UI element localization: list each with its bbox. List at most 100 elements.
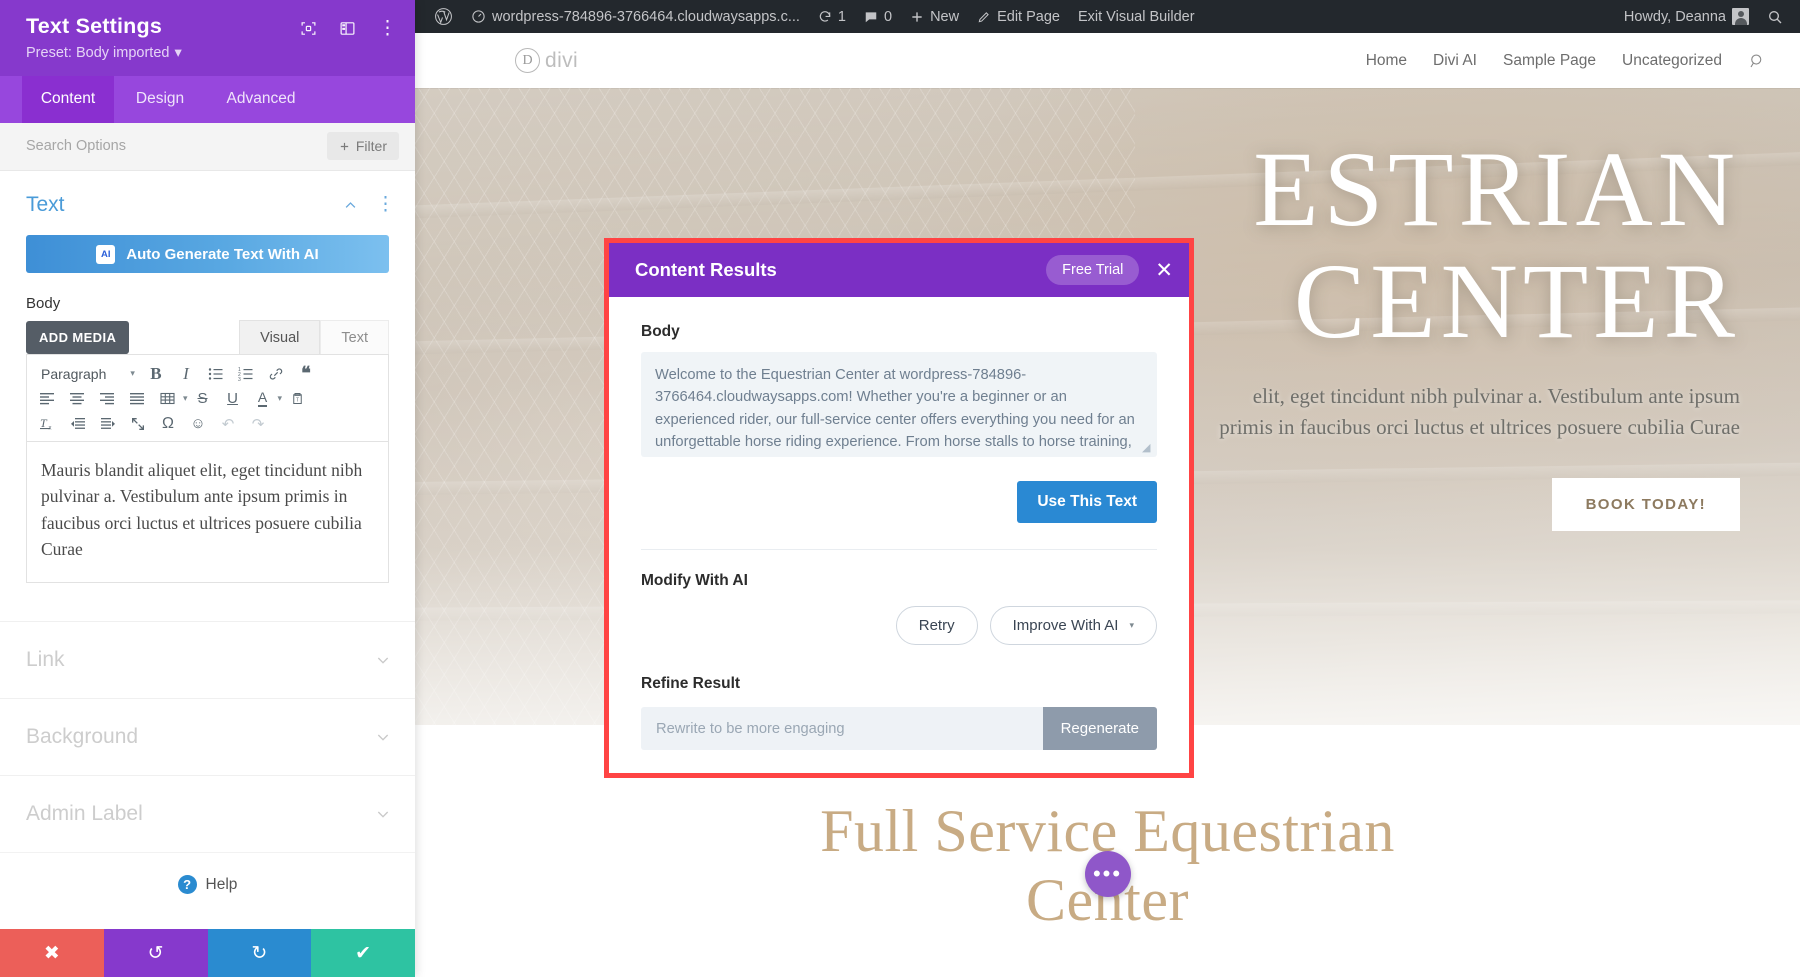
hero-title-line-1: ESTRIAN <box>1253 131 1740 249</box>
undo-button[interactable]: ↺ <box>103 929 208 977</box>
auto-generate-text-with-ai-button[interactable]: AI Auto Generate Text With AI <box>26 235 389 273</box>
regenerate-button[interactable]: Regenerate <box>1042 707 1157 750</box>
help-link[interactable]: ? Help <box>0 852 415 920</box>
tab-text[interactable]: Text <box>320 320 389 354</box>
section-title-text: Text <box>26 193 65 216</box>
wp-logo-menu[interactable] <box>425 0 462 33</box>
toolbar-row-3: T x Ω ☺ ↶ ↷ <box>31 411 384 436</box>
wp-comments-count: 0 <box>884 8 893 25</box>
wordpress-icon <box>434 7 453 26</box>
vertical-dots-icon[interactable]: ⋮ <box>378 19 397 38</box>
add-media-button[interactable]: ADD MEDIA <box>26 321 130 354</box>
tab-content[interactable]: Content <box>22 76 114 123</box>
nav-item-sample-page[interactable]: Sample Page <box>1503 52 1596 70</box>
chevron-up-icon[interactable] <box>343 198 358 213</box>
avatar <box>1732 8 1749 25</box>
wp-new-label: New <box>930 8 960 25</box>
bulleted-list-icon[interactable] <box>201 361 231 386</box>
generated-text-textarea[interactable]: Welcome to the Equestrian Center at word… <box>641 352 1157 457</box>
wp-search[interactable] <box>1758 0 1792 33</box>
divi-logo-text: divi <box>545 48 579 72</box>
focus-target-icon[interactable] <box>300 20 317 37</box>
blockquote-icon[interactable]: ❝ <box>291 361 321 386</box>
tab-visual[interactable]: Visual <box>239 320 321 354</box>
indent-icon[interactable] <box>93 411 123 436</box>
search-icon <box>1767 9 1783 25</box>
nav-item-divi-ai[interactable]: Divi AI <box>1433 52 1477 70</box>
modify-with-ai-label: Modify With AI <box>641 572 748 589</box>
paste-as-text-icon[interactable]: T <box>282 386 312 411</box>
chevron-down-icon <box>375 729 391 745</box>
refine-input[interactable] <box>641 707 1043 750</box>
tab-design[interactable]: Design <box>114 76 206 123</box>
save-button[interactable]: ✔ <box>311 929 415 977</box>
table-icon[interactable] <box>153 386 183 411</box>
retry-button[interactable]: Retry <box>895 606 978 645</box>
body-editor-content[interactable]: Mauris blandit aliquet elit, eget tincid… <box>26 442 389 583</box>
panel-header-actions: ⋮ <box>300 14 397 38</box>
discard-button[interactable]: ✖ <box>0 929 104 977</box>
emoji-icon[interactable]: ☺ <box>183 411 213 436</box>
question-circle-icon: ? <box>177 875 197 894</box>
numbered-list-icon[interactable]: 1 2 3 <box>231 361 261 386</box>
redo-button[interactable]: ↻ <box>207 929 312 977</box>
tab-advanced[interactable]: Advanced <box>206 76 316 123</box>
chevron-down-icon <box>375 652 391 668</box>
search-input[interactable]: Search Options <box>26 138 327 154</box>
section-background[interactable]: Background <box>0 698 415 775</box>
nav-search-icon[interactable] <box>1748 52 1766 70</box>
underline-icon[interactable]: U <box>218 386 248 411</box>
wp-updates[interactable]: 1 <box>809 0 855 33</box>
wp-new-menu[interactable]: New <box>901 0 968 33</box>
align-center-icon[interactable] <box>63 386 93 411</box>
link-icon[interactable] <box>261 361 291 386</box>
nav-item-uncategorized[interactable]: Uncategorized <box>1622 52 1722 70</box>
special-character-icon[interactable]: Ω <box>153 411 183 436</box>
improve-with-ai-dropdown[interactable]: Improve With AI ▾ <box>989 606 1157 645</box>
chevron-down-icon: ▾ <box>130 368 135 378</box>
undo-icon[interactable]: ↶ <box>213 411 243 436</box>
search-options-row: Search Options Filter <box>0 123 415 171</box>
book-today-button[interactable]: BOOK TODAY! <box>1551 477 1740 531</box>
wp-exit-visual-builder[interactable]: Exit Visual Builder <box>1069 0 1204 33</box>
wp-site-name-label: wordpress-784896-3766464.cloudwaysapps.c… <box>492 8 800 25</box>
preset-selector[interactable]: Preset: Body imported ▾ <box>26 45 182 61</box>
section-header-actions: ⋮ <box>343 195 395 215</box>
site-logo[interactable]: D divi <box>515 48 578 73</box>
fullscreen-icon[interactable] <box>123 411 153 436</box>
text-settings-panel: Text Settings Preset: Body imported ▾ ⋮ … <box>0 0 415 977</box>
vertical-dots-icon[interactable]: ⋮ <box>376 195 395 214</box>
align-left-icon[interactable] <box>33 386 63 411</box>
wp-account-menu[interactable]: Howdy, Deanna <box>1615 0 1758 33</box>
svg-text:T: T <box>296 398 299 404</box>
section-link[interactable]: Link <box>0 621 415 698</box>
use-this-text-button[interactable]: Use This Text <box>1017 481 1157 523</box>
nav-item-home[interactable]: Home <box>1366 52 1407 70</box>
close-icon[interactable]: ✕ <box>1155 260 1173 281</box>
divi-menu-fab[interactable]: ••• <box>1084 851 1131 897</box>
use-this-text-row: Use This Text <box>641 481 1157 523</box>
resize-handle-icon[interactable]: ◢ <box>1142 443 1154 455</box>
align-right-icon[interactable] <box>93 386 123 411</box>
toolbar-row-2: ▾ S U A ▾ T <box>31 386 384 411</box>
paragraph-format-select[interactable]: Paragraph ▾ <box>33 361 141 386</box>
italic-icon[interactable]: I <box>171 361 201 386</box>
wp-edit-page[interactable]: Edit Page <box>968 0 1069 33</box>
bold-icon[interactable]: B <box>141 361 171 386</box>
text-color-icon[interactable]: A <box>248 386 278 411</box>
wp-comments[interactable]: 0 <box>855 0 901 33</box>
outdent-icon[interactable] <box>63 411 93 436</box>
wp-exit-label: Exit Visual Builder <box>1077 8 1195 25</box>
redo-icon[interactable]: ↷ <box>243 411 273 436</box>
section-header-text: Text ⋮ <box>0 171 415 235</box>
filter-button[interactable]: Filter <box>326 132 399 160</box>
layout-columns-icon[interactable] <box>339 20 356 37</box>
clear-formatting-icon[interactable]: T x <box>33 411 63 436</box>
strikethrough-icon[interactable]: S <box>188 386 218 411</box>
improve-with-ai-label: Improve With AI <box>1012 617 1119 634</box>
wp-site-name[interactable]: wordpress-784896-3766464.cloudwaysapps.c… <box>462 0 809 33</box>
align-justify-icon[interactable] <box>123 386 153 411</box>
section-admin-label[interactable]: Admin Label <box>0 775 415 852</box>
updates-icon <box>818 10 832 24</box>
free-trial-badge[interactable]: Free Trial <box>1046 255 1140 285</box>
